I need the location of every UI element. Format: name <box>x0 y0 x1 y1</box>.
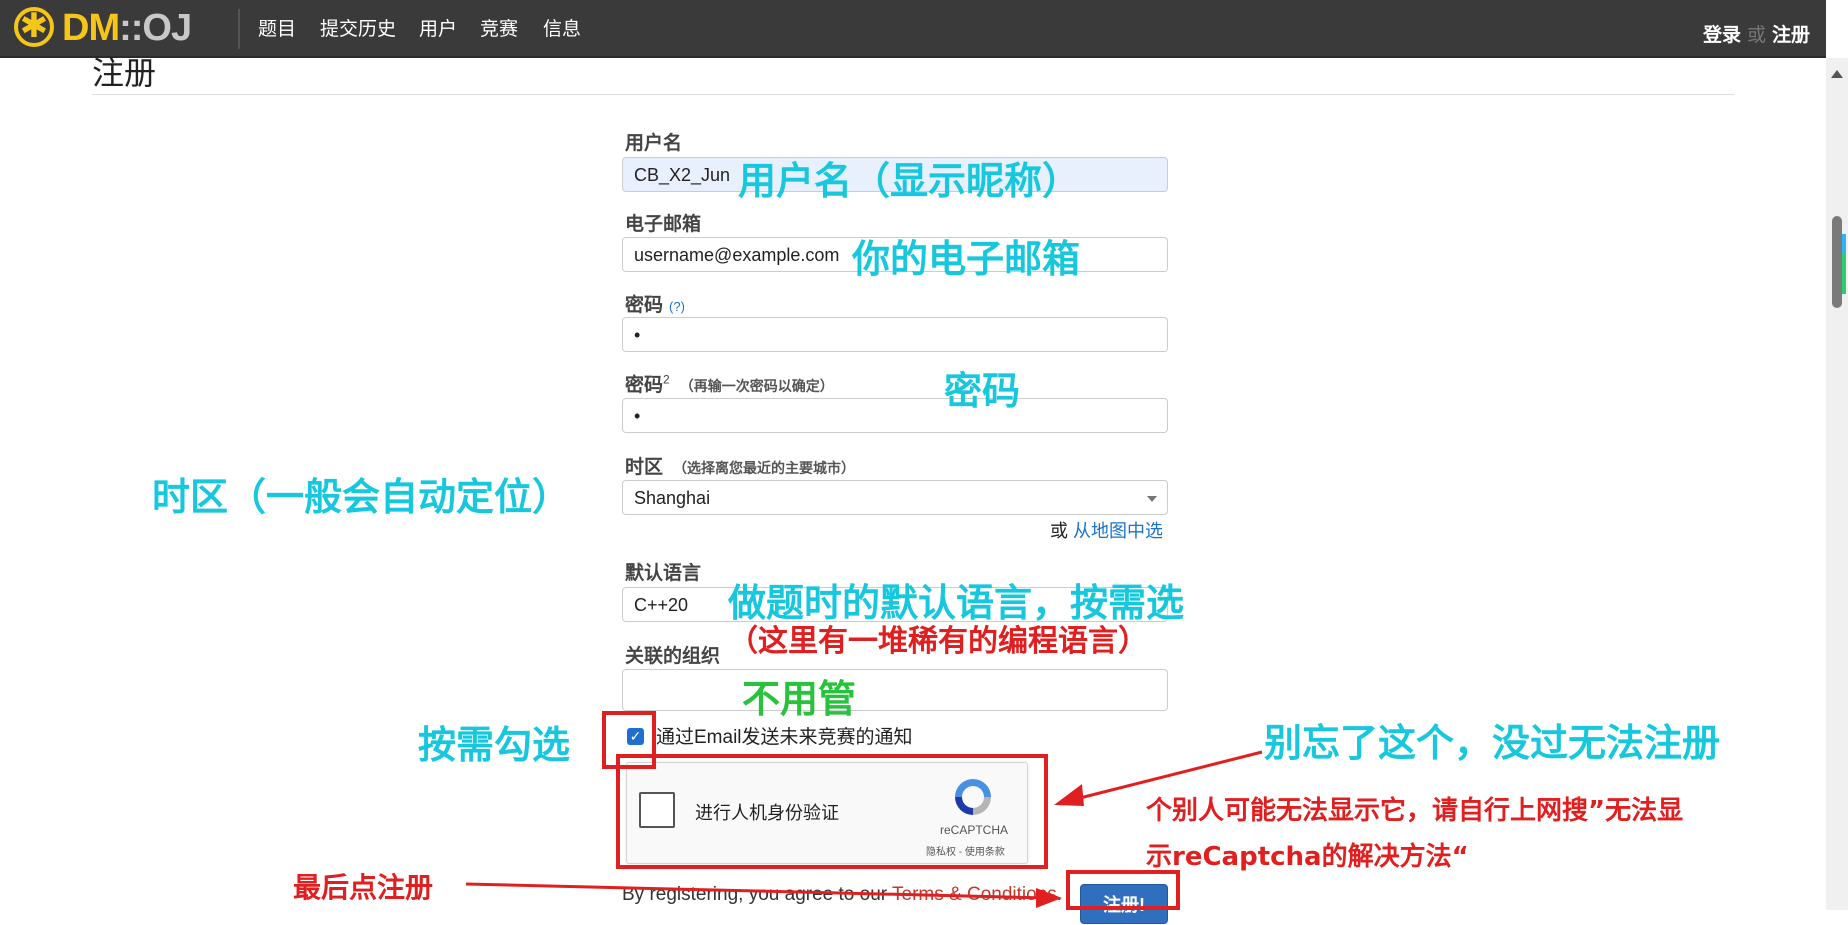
arrowhead-icon <box>1036 888 1062 908</box>
arrow-to-submit <box>465 882 1049 900</box>
arrow-to-recaptcha <box>1063 750 1263 804</box>
annotation-arrows <box>465 750 1263 908</box>
arrowhead-icon <box>1054 784 1084 806</box>
